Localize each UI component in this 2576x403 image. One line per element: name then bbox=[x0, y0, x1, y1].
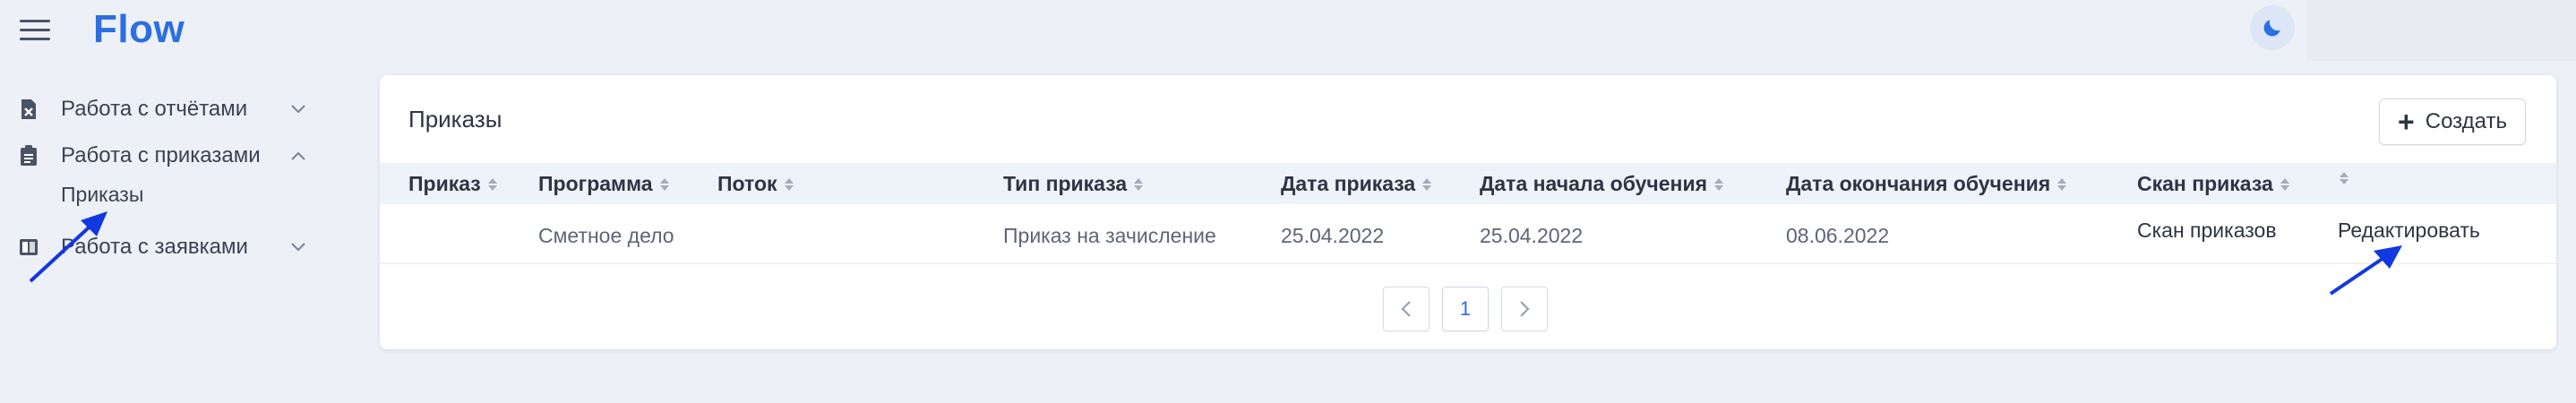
table-row: Сметное дело Приказ на зачисление 25.04.… bbox=[380, 204, 2556, 264]
page-title: Приказы bbox=[408, 106, 502, 133]
cell-start-date: 25.04.2022 bbox=[1480, 224, 1584, 247]
chevron-down-icon bbox=[288, 99, 308, 119]
column-header-label: Приказ bbox=[408, 172, 481, 195]
app-logo[interactable]: Flow bbox=[93, 7, 185, 52]
sidebar-item-label: Работа с приказами bbox=[61, 143, 261, 167]
create-button[interactable]: + Создать bbox=[2379, 99, 2526, 145]
column-header-label: Программа bbox=[538, 172, 653, 195]
column-header-actions[interactable] bbox=[2332, 172, 2348, 184]
chevron-up-icon bbox=[288, 146, 308, 166]
column-header-end-date[interactable]: Дата окончания обучения bbox=[1786, 172, 2067, 196]
chevron-down-icon bbox=[288, 237, 308, 257]
sort-icon bbox=[1714, 177, 1724, 191]
hamburger-icon[interactable] bbox=[20, 20, 50, 41]
column-header-label: Скан приказа bbox=[2137, 172, 2273, 195]
column-header-order-date[interactable]: Дата приказа bbox=[1281, 172, 1432, 196]
column-header-program[interactable]: Программа bbox=[538, 172, 669, 196]
sort-icon bbox=[1422, 177, 1432, 191]
sort-icon bbox=[659, 177, 669, 191]
sidebar-item-orders[interactable]: Работа с приказами bbox=[18, 138, 313, 174]
column-header-scan[interactable]: Скан приказа bbox=[2137, 172, 2289, 196]
column-header-label: Дата окончания обучения bbox=[1786, 172, 2051, 195]
plus-icon: + bbox=[2398, 106, 2415, 138]
sort-icon bbox=[784, 177, 794, 191]
cell-program: Сметное дело bbox=[538, 224, 674, 247]
cell-order-type: Приказ на зачисление bbox=[1003, 224, 1216, 247]
moon-icon bbox=[2263, 20, 2280, 37]
sort-icon bbox=[2340, 172, 2348, 184]
column-header-order-type[interactable]: Тип приказа bbox=[1003, 172, 1144, 196]
sidebar-item-label: Работа с отчётами bbox=[61, 97, 248, 121]
user-area[interactable] bbox=[2307, 0, 2576, 61]
report-icon bbox=[18, 99, 39, 120]
sidebar-item-reports[interactable]: Работа с отчётами bbox=[18, 91, 313, 127]
pagination-next-button[interactable] bbox=[1501, 287, 1548, 331]
sort-icon bbox=[2280, 177, 2289, 191]
pagination-page-1[interactable]: 1 bbox=[1442, 287, 1489, 331]
chevron-left-icon bbox=[1401, 301, 1411, 317]
create-button-label: Создать bbox=[2425, 109, 2507, 133]
column-header-label: Поток bbox=[717, 172, 777, 195]
chevron-right-icon bbox=[1520, 301, 1530, 317]
scan-link[interactable]: Скан приказов bbox=[2137, 219, 2277, 243]
cell-order-date: 25.04.2022 bbox=[1281, 224, 1385, 247]
sort-icon bbox=[2057, 177, 2067, 191]
column-header-label: Дата начала обучения bbox=[1480, 172, 1708, 195]
cell-end-date: 08.06.2022 bbox=[1786, 224, 1890, 247]
sort-icon bbox=[487, 177, 497, 191]
sidebar-item-applications[interactable]: Работа с заявками bbox=[18, 229, 313, 265]
table-header: Приказ Программа Поток Тип приказа Дата … bbox=[380, 163, 2556, 204]
sidebar-item-label: Работа с заявками bbox=[61, 235, 248, 259]
edit-link[interactable]: Редактировать bbox=[2338, 219, 2480, 243]
theme-toggle-button[interactable] bbox=[2250, 5, 2295, 50]
orders-card: Приказы + Создать Приказ Программа Поток… bbox=[380, 75, 2556, 349]
clipboard-icon bbox=[18, 145, 39, 167]
pagination-prev-button[interactable] bbox=[1383, 287, 1430, 331]
sidebar-subitem-orders[interactable]: Приказы bbox=[61, 183, 143, 207]
column-header-stream[interactable]: Поток bbox=[717, 172, 794, 196]
column-header-label: Дата приказа bbox=[1281, 172, 1416, 195]
sort-icon bbox=[1134, 177, 1144, 191]
column-header-label: Тип приказа bbox=[1003, 172, 1128, 195]
book-icon bbox=[18, 236, 39, 258]
column-header-start-date[interactable]: Дата начала обучения bbox=[1480, 172, 1724, 196]
column-header-order[interactable]: Приказ bbox=[408, 172, 497, 196]
